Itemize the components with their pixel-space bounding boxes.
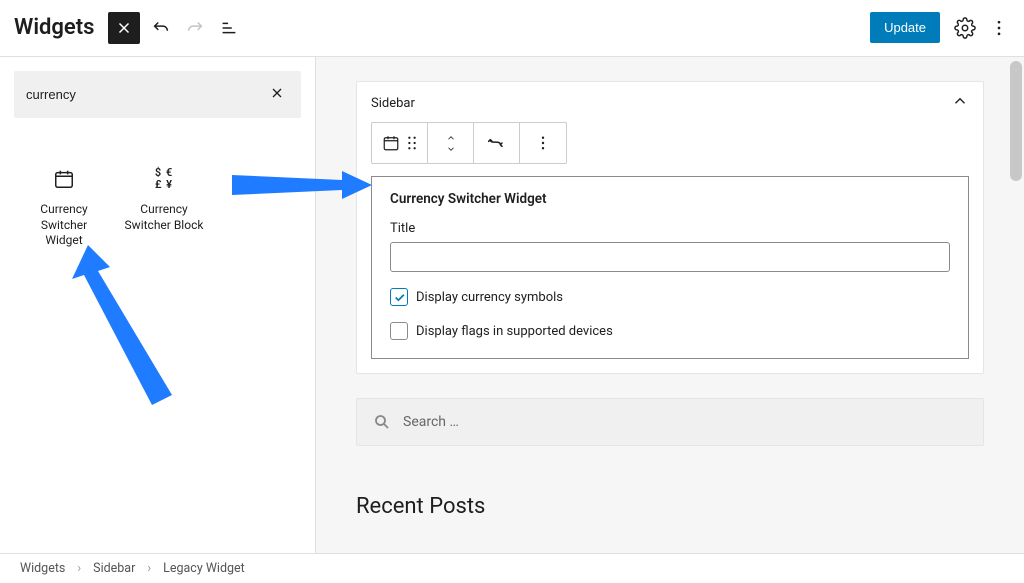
currency-switcher-widget-card: Currency Switcher Widget Title Display c… xyxy=(371,176,969,359)
drag-handle-icon xyxy=(406,136,418,150)
breadcrumb: Widgets › Sidebar › Legacy Widget xyxy=(0,553,1024,583)
breadcrumb-item[interactable]: Legacy Widget xyxy=(163,561,245,576)
block-currency-switcher-widget[interactable]: Currency Switcher Widget xyxy=(18,158,110,257)
settings-button[interactable] xyxy=(948,11,982,45)
chevron-up-icon xyxy=(444,133,458,143)
chevron-up-icon xyxy=(951,92,969,110)
collapse-button[interactable] xyxy=(951,92,969,114)
clear-search-button[interactable] xyxy=(265,81,289,108)
more-vertical-icon xyxy=(989,18,1009,38)
search-icon xyxy=(373,413,391,431)
toolbar-more[interactable] xyxy=(520,123,566,163)
block-label: Currency Switcher Block xyxy=(122,202,206,233)
page-title: Widgets xyxy=(8,15,108,40)
currency-grid-icon: $ €£ ¥ xyxy=(155,166,173,192)
top-toolbar: Widgets Update xyxy=(0,0,1024,56)
block-label: Currency Switcher Widget xyxy=(22,202,106,249)
title-input[interactable] xyxy=(390,242,950,272)
option-display-flags[interactable]: Display flags in supported devices xyxy=(390,322,950,340)
widget-area-sidebar: Sidebar xyxy=(356,81,984,374)
search-placeholder: Search … xyxy=(403,414,459,430)
breadcrumb-item[interactable]: Sidebar xyxy=(93,561,135,576)
toolbar-block-type[interactable] xyxy=(372,123,428,163)
chevron-right-icon: › xyxy=(77,561,81,576)
move-to-icon xyxy=(487,133,507,153)
recent-posts-heading: Recent Posts xyxy=(356,494,984,519)
undo-icon xyxy=(150,17,172,39)
chevron-right-icon: › xyxy=(147,561,151,576)
search-widget-block[interactable]: Search … xyxy=(356,398,984,446)
checkbox-icon xyxy=(390,322,408,340)
close-inserter-button[interactable] xyxy=(108,12,140,44)
redo-icon xyxy=(184,17,206,39)
option-display-symbols[interactable]: Display currency symbols xyxy=(390,288,950,306)
more-vertical-icon xyxy=(534,134,552,152)
list-view-icon xyxy=(218,17,240,39)
widget-area-title: Sidebar xyxy=(371,96,415,111)
block-toolbar xyxy=(371,122,567,164)
chevron-down-icon xyxy=(444,144,458,154)
block-search xyxy=(14,71,301,118)
block-results: Currency Switcher Widget $ €£ ¥ Currency… xyxy=(14,158,301,257)
close-icon xyxy=(115,19,133,37)
list-view-button[interactable] xyxy=(212,11,246,45)
undo-button[interactable] xyxy=(144,11,178,45)
calendar-icon xyxy=(382,134,400,152)
breadcrumb-item[interactable]: Widgets xyxy=(20,561,65,576)
title-label: Title xyxy=(390,221,950,236)
toolbar-move-to[interactable] xyxy=(474,123,520,163)
calendar-icon xyxy=(53,166,75,192)
scrollbar[interactable] xyxy=(1010,61,1022,181)
redo-button[interactable] xyxy=(178,11,212,45)
option-label: Display currency symbols xyxy=(416,290,563,305)
toolbar-mover[interactable] xyxy=(428,123,474,163)
widget-heading: Currency Switcher Widget xyxy=(390,191,950,207)
options-button[interactable] xyxy=(982,11,1016,45)
editor-canvas: Sidebar xyxy=(316,57,1024,553)
block-search-input[interactable] xyxy=(26,87,265,102)
gear-icon xyxy=(954,17,976,39)
option-label: Display flags in supported devices xyxy=(416,324,613,339)
checkbox-icon xyxy=(390,288,408,306)
close-icon xyxy=(269,85,285,101)
inserter-panel: Currency Switcher Widget $ €£ ¥ Currency… xyxy=(0,57,316,553)
update-button[interactable]: Update xyxy=(870,12,940,43)
block-currency-switcher-block[interactable]: $ €£ ¥ Currency Switcher Block xyxy=(118,158,210,257)
